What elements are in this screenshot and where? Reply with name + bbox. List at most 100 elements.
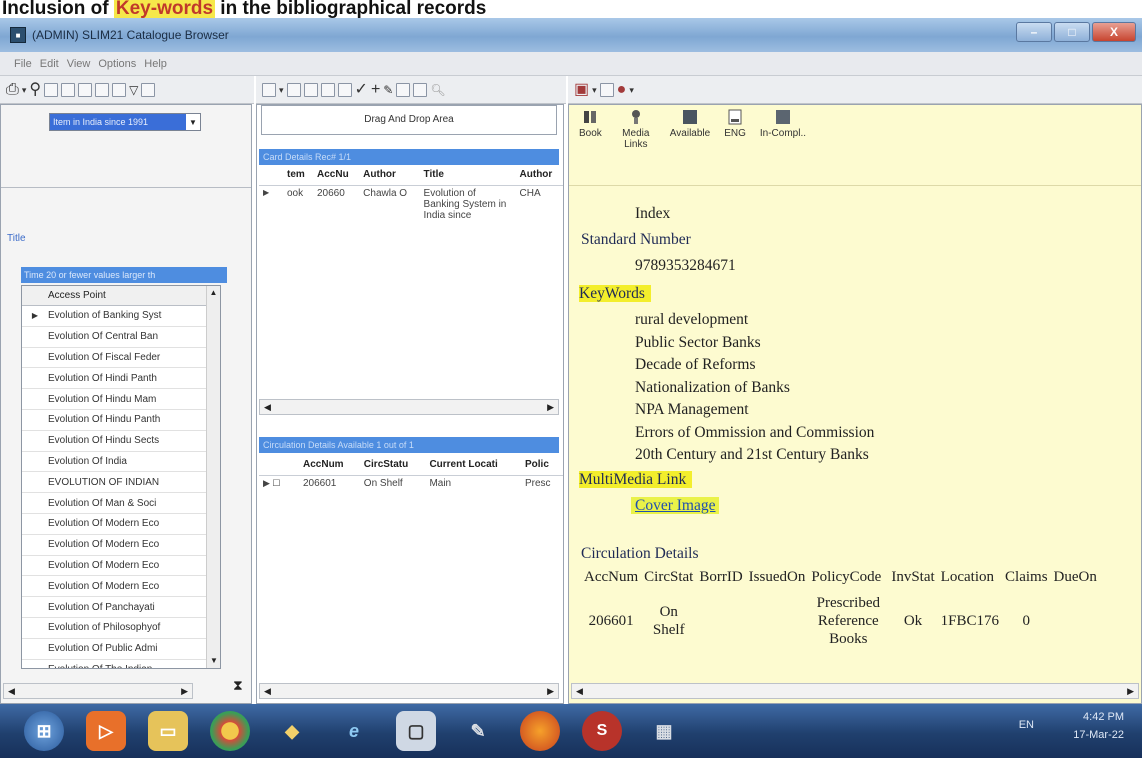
list-item[interactable]: EVOLUTION OF INDIAN xyxy=(22,472,220,494)
print-icon[interactable]: ⎙ xyxy=(6,81,19,97)
circ-column-header[interactable]: AccNum xyxy=(581,565,641,589)
circ-column-header[interactable]: IssuedOn xyxy=(746,565,809,589)
scroll-right-icon[interactable]: ▶ xyxy=(1127,686,1134,697)
table-row[interactable]: ▶ ☐ 206601 On Shelf Main Presc xyxy=(259,475,563,491)
circ-column-header[interactable]: BorrID xyxy=(696,565,745,589)
row-checkbox[interactable]: ▶ ☐ xyxy=(259,475,299,491)
circ-column-header[interactable]: Claims xyxy=(1002,565,1051,589)
last-record-icon[interactable] xyxy=(337,82,352,97)
incomplete-button[interactable]: In-Compl.. xyxy=(760,109,806,150)
sticky-icon[interactable]: ◆ xyxy=(272,711,312,751)
prev-record-icon[interactable] xyxy=(303,82,318,97)
list-item[interactable]: Evolution Of Public Admi xyxy=(22,639,220,660)
book-button[interactable]: Book xyxy=(579,109,602,150)
menu-file[interactable]: File xyxy=(14,58,32,70)
horizontal-scrollbar[interactable]: ◀ ▶ xyxy=(259,399,559,415)
circ-column-header[interactable]: DueOn xyxy=(1051,565,1100,589)
list-item[interactable]: Evolution Of Hindu Mam xyxy=(22,389,220,410)
circ-column-header[interactable]: CircStat xyxy=(641,565,696,589)
first-record-icon[interactable] xyxy=(44,82,59,97)
search-combo[interactable]: Item in India since 1991 ▼ xyxy=(49,113,201,131)
list-item[interactable]: ▶ Evolution of Banking Syst xyxy=(22,306,220,327)
circ-column-header[interactable]: InvStat xyxy=(888,565,937,589)
plus-icon[interactable]: + xyxy=(371,81,380,97)
cover-image-link-text[interactable]: Cover Image xyxy=(631,497,720,514)
dropdown-icon[interactable]: ▾ xyxy=(629,83,634,97)
menu-edit[interactable]: Edit xyxy=(40,58,59,70)
col-location[interactable]: Current Locati xyxy=(425,455,521,476)
scroll-left-icon[interactable]: ◀ xyxy=(8,686,15,697)
microphone-icon[interactable]: ✎ xyxy=(458,711,498,751)
filter-icon[interactable]: ▽ xyxy=(129,83,138,97)
view-icon[interactable] xyxy=(262,82,276,97)
list-icon[interactable] xyxy=(396,82,411,97)
horizontal-scrollbar[interactable]: ◀ ▶ xyxy=(3,683,193,699)
check-icon[interactable]: ✓ xyxy=(355,81,368,97)
scroll-left-icon[interactable]: ◀ xyxy=(576,686,583,697)
circ-column-header[interactable]: Location xyxy=(938,565,1002,589)
col-title[interactable]: Title xyxy=(419,165,516,186)
help-icon[interactable] xyxy=(141,82,156,97)
table-row[interactable]: ▶ ook 20660 Chawla O Evolution of Bankin… xyxy=(259,185,563,223)
language-button[interactable]: ENG xyxy=(724,109,746,150)
menu-view[interactable]: View xyxy=(67,58,91,70)
horizontal-scrollbar[interactable]: ◀ ▶ xyxy=(259,683,559,699)
refresh-icon[interactable] xyxy=(112,82,127,97)
list-item[interactable]: Evolution Of Hindi Panth xyxy=(22,368,220,390)
scroll-left-icon[interactable]: ◀ xyxy=(264,686,271,697)
minimize-button[interactable]: – xyxy=(1016,22,1052,42)
dot-icon[interactable] xyxy=(413,82,428,97)
scroll-right-icon[interactable]: ▶ xyxy=(547,686,554,697)
first-record-icon[interactable] xyxy=(286,82,301,97)
col-accnum[interactable]: AccNum xyxy=(299,455,360,476)
col-author2[interactable]: Author xyxy=(515,165,563,186)
col-author[interactable]: Author xyxy=(359,165,420,186)
drag-drop-area[interactable]: Drag And Drop Area xyxy=(261,105,557,135)
app-window-icon[interactable]: ▦ xyxy=(644,711,684,751)
col-item[interactable]: tem xyxy=(283,165,313,186)
list-item[interactable]: Evolution Of Modern Eco xyxy=(22,576,220,598)
edit-icon[interactable]: ✎ xyxy=(383,83,393,97)
clipboard-icon[interactable]: ▣ xyxy=(574,81,589,97)
window-icon[interactable]: ▢ xyxy=(396,711,436,751)
scroll-right-icon[interactable]: ▶ xyxy=(547,402,554,413)
list-item[interactable]: Evolution Of Central Ban xyxy=(22,327,220,348)
list-item[interactable]: Evolution Of Modern Eco xyxy=(22,556,220,577)
scroll-up-icon[interactable]: ▲ xyxy=(207,286,220,300)
list-item[interactable]: Evolution Of Hindu Sects xyxy=(22,431,220,452)
internet-explorer-icon[interactable]: e xyxy=(334,711,374,751)
last-record-icon[interactable] xyxy=(95,82,110,97)
list-item[interactable]: Evolution of Philosophyof xyxy=(22,618,220,639)
dropdown-icon[interactable]: ▾ xyxy=(592,83,597,97)
close-button[interactable]: X xyxy=(1092,22,1136,42)
list-item[interactable]: Evolution Of Modern Eco xyxy=(22,514,220,535)
maximize-button[interactable]: □ xyxy=(1054,22,1090,42)
list-item[interactable]: Evolution Of India xyxy=(22,452,220,473)
language-indicator[interactable]: EN xyxy=(1019,719,1034,731)
next-record-icon[interactable] xyxy=(78,82,93,97)
window-titlebar[interactable]: ■ (ADMIN) SLIM21 Catalogue Browser – □ X xyxy=(0,18,1142,52)
cover-image-link[interactable]: Cover Image xyxy=(631,497,720,515)
binoculars-icon[interactable]: ⚲ xyxy=(29,81,41,97)
search-icon[interactable]: 🔍︎ xyxy=(430,83,445,97)
clock[interactable]: 4:42 PM 17-Mar-22 xyxy=(1073,708,1124,744)
horizontal-scrollbar[interactable]: ◀ ▶ xyxy=(571,683,1139,699)
splitter-icon[interactable]: ⧗ xyxy=(233,677,243,694)
scroll-down-icon[interactable]: ▼ xyxy=(207,654,220,668)
prev-record-icon[interactable] xyxy=(61,82,76,97)
dropdown-icon[interactable]: ▾ xyxy=(22,83,27,97)
list-item[interactable]: Evolution Of Hindu Panth xyxy=(22,410,220,431)
list-item[interactable]: Evolution Of Man & Soci xyxy=(22,493,220,514)
record-icon[interactable]: ● xyxy=(617,81,627,97)
vertical-scrollbar[interactable]: ▲ ▼ xyxy=(206,286,220,668)
scroll-left-icon[interactable]: ◀ xyxy=(264,402,271,413)
layout-icon[interactable] xyxy=(599,82,614,97)
media-player-icon[interactable]: ▷ xyxy=(86,711,126,751)
col-circstatus[interactable]: CircStatu xyxy=(359,455,426,476)
col-policy[interactable]: Polic xyxy=(520,455,563,476)
menu-help[interactable]: Help xyxy=(144,58,167,70)
chevron-down-icon[interactable]: ▼ xyxy=(186,114,200,130)
next-record-icon[interactable] xyxy=(320,82,335,97)
col-accno[interactable]: AccNu xyxy=(313,165,360,186)
chrome-icon[interactable] xyxy=(210,711,250,751)
